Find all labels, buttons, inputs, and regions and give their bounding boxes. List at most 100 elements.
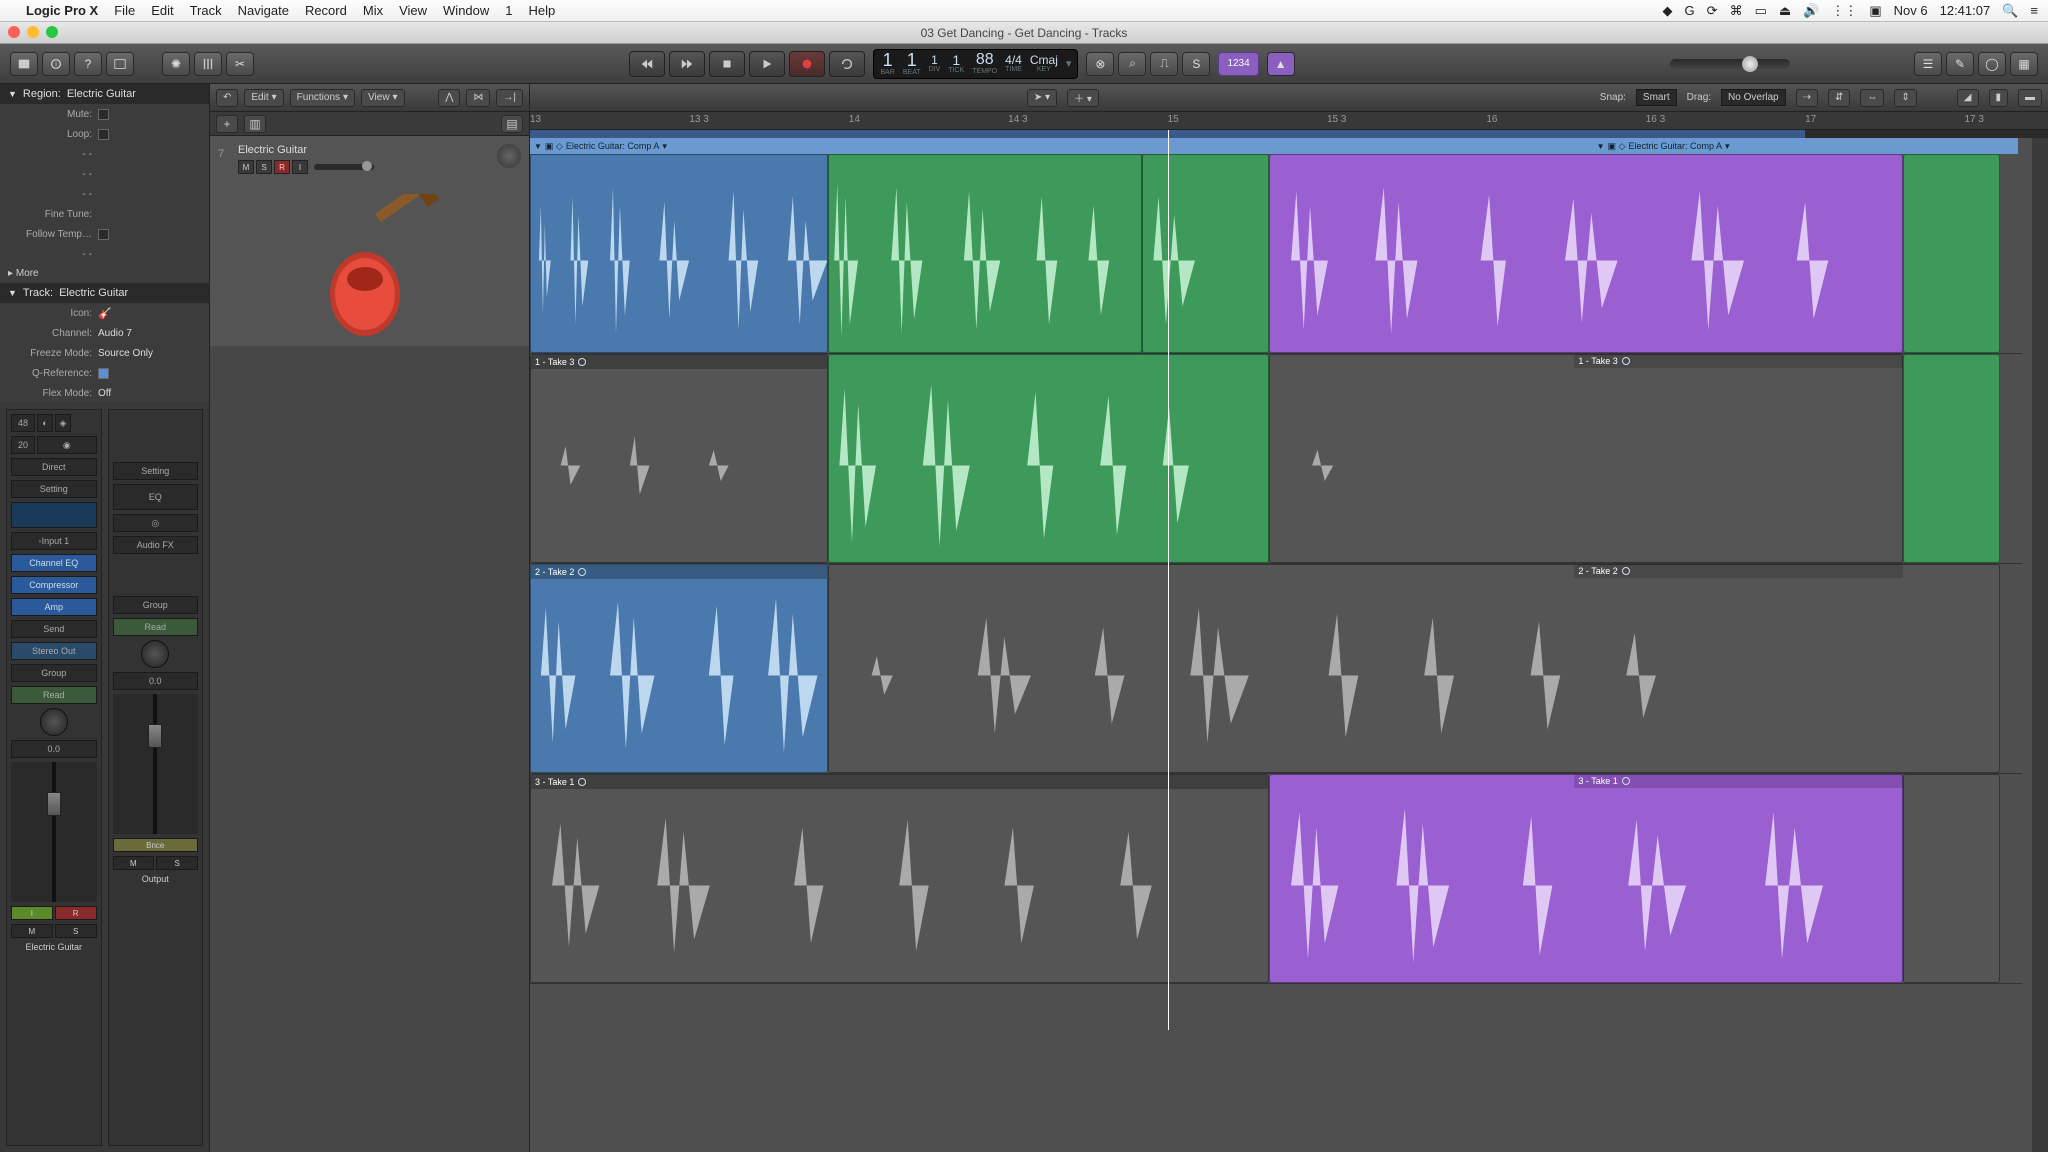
comp-header-b[interactable]: ▼▣ ◇ Electric Guitar: Comp A ▾	[1593, 138, 2018, 154]
menu-help[interactable]: Help	[529, 3, 556, 18]
meter-icon[interactable]: ◉	[37, 436, 97, 454]
menu-1[interactable]: 1	[505, 3, 512, 18]
notepad-button[interactable]: ✎	[1946, 52, 1974, 76]
track-name[interactable]: Electric Guitar	[238, 144, 521, 156]
wifi-icon[interactable]: ⋮⋮	[1831, 3, 1857, 19]
flex-button[interactable]: ⋈	[466, 89, 490, 107]
drag-select[interactable]: No Overlap	[1721, 89, 1786, 106]
metronome-button[interactable]: ▲	[1267, 52, 1295, 76]
volume-fader[interactable]	[11, 762, 97, 902]
track-header-row[interactable]: 7 Electric Guitar M S R I	[210, 136, 529, 346]
zoom-v-button[interactable]: ⇕	[1894, 89, 1916, 107]
record-enable-button[interactable]: R	[55, 906, 97, 920]
audiofx-slot[interactable]: Audio FX	[113, 536, 199, 554]
more-disclosure[interactable]: ▸ More	[0, 264, 209, 283]
track-header[interactable]: ▼Track: Electric Guitar	[0, 283, 209, 303]
status-icon[interactable]: ◆	[1663, 3, 1673, 19]
input-slot[interactable]: ◦ Input 1	[11, 532, 97, 550]
comp-region-blue[interactable]	[530, 154, 828, 353]
display-icon[interactable]: ▭	[1755, 3, 1767, 19]
track-solo-button[interactable]: S	[256, 160, 272, 174]
take1-region-gray2[interactable]	[1903, 774, 2000, 983]
track-back-button[interactable]: ↶	[216, 89, 238, 107]
lcd-display[interactable]: 1BAR 1BEAT 1DIV 1TICK 88TEMPO 4/4TIME Cm…	[873, 49, 1078, 79]
pan-knob[interactable]	[40, 708, 68, 736]
mixer-button[interactable]	[194, 52, 222, 76]
solo-button[interactable]: S	[156, 856, 198, 870]
count-in-button[interactable]: 1234	[1218, 52, 1258, 76]
take3-region-a[interactable]: 1 - Take 3	[530, 354, 828, 563]
mute-button[interactable]: M	[113, 856, 155, 870]
view-menu[interactable]: View ▾	[361, 89, 405, 107]
take3-region-green[interactable]	[828, 354, 1268, 563]
duplicate-track-button[interactable]: ▥	[244, 115, 266, 133]
volume-display[interactable]: 0.0	[113, 672, 199, 690]
insert-channel-eq[interactable]: Channel EQ	[11, 554, 97, 572]
vertical-zoom[interactable]: ▮	[1989, 89, 2009, 107]
forward-button[interactable]	[669, 51, 705, 77]
low-latency-button[interactable]: ⌕	[1118, 52, 1146, 76]
take3-lane[interactable]: 1 - Take 3 1 - Take 3	[530, 354, 2022, 564]
toolbar-button[interactable]	[106, 52, 134, 76]
freeze-mode-field[interactable]: Source Only	[98, 348, 153, 359]
track-record-button[interactable]: R	[274, 160, 290, 174]
eject-icon[interactable]: ⏏	[1779, 3, 1791, 19]
edit-menu[interactable]: Edit ▾	[244, 89, 283, 107]
lcd-sig[interactable]: 4/4	[1005, 54, 1022, 66]
comp-region-green[interactable]	[828, 154, 1141, 353]
group-slot[interactable]: Group	[11, 664, 97, 682]
functions-menu[interactable]: Functions ▾	[290, 89, 355, 107]
qref-checkbox[interactable]	[98, 368, 109, 379]
take1-lane[interactable]: 3 - Take 1 3 - Take 1	[530, 774, 2022, 984]
finetune-field[interactable]	[98, 209, 101, 220]
minimize-window-button[interactable]	[27, 26, 39, 38]
flex-mode-field[interactable]: Off	[98, 388, 111, 399]
stereo-button[interactable]: ◈	[55, 414, 71, 432]
menu-window[interactable]: Window	[443, 3, 489, 18]
setting-button[interactable]: Setting	[11, 480, 97, 498]
browser-button[interactable]: ▦	[2010, 52, 2038, 76]
app-icon[interactable]: ▣	[1869, 3, 1881, 19]
snap-select[interactable]: Smart	[1636, 89, 1677, 106]
cycle-ruler[interactable]	[530, 130, 2048, 138]
track-input-button[interactable]: I	[292, 160, 308, 174]
comp-region-purple[interactable]	[1269, 154, 1903, 353]
loop-checkbox[interactable]	[98, 129, 109, 140]
global-tracks-button[interactable]: ▤	[501, 115, 523, 133]
record-button[interactable]	[789, 51, 825, 77]
sync-icon[interactable]: ⟳	[1707, 3, 1718, 19]
send-slot[interactable]: Send	[11, 620, 97, 638]
playhead[interactable]	[1168, 130, 1169, 1030]
bar-ruler[interactable]: 13 13 3 14 14 3 15 15 3 16 16 3 17 17 3	[530, 112, 2048, 130]
stop-button[interactable]	[709, 51, 745, 77]
hp-field[interactable]: 20	[11, 436, 35, 454]
inspector-button[interactable]: i	[42, 52, 70, 76]
bluetooth-icon[interactable]: ⌘	[1730, 3, 1743, 19]
loops-button[interactable]: ◯	[1978, 52, 2006, 76]
track-icon[interactable]: 🎸	[98, 307, 112, 320]
insert-amp[interactable]: Amp	[11, 598, 97, 616]
pan-knob[interactable]	[141, 640, 169, 668]
status-icon[interactable]: G	[1685, 3, 1695, 18]
bounce-button[interactable]: Bnce	[113, 838, 199, 852]
lcd-tick[interactable]: 1	[952, 53, 960, 67]
library-button[interactable]	[10, 52, 38, 76]
menu-view[interactable]: View	[399, 3, 427, 18]
track-volume-slider[interactable]	[314, 164, 374, 170]
input-monitor-button[interactable]: I	[11, 906, 53, 920]
volume-icon[interactable]: 🔊	[1803, 3, 1819, 19]
spotlight-icon[interactable]: 🔍	[2002, 3, 2018, 19]
list-editors-button[interactable]: ☰	[1914, 52, 1942, 76]
lcd-div[interactable]: 1	[931, 54, 938, 66]
menu-edit[interactable]: Edit	[151, 3, 173, 18]
direct-button[interactable]: Direct	[11, 458, 97, 476]
setting-button[interactable]: Setting	[113, 462, 199, 480]
menu-record[interactable]: Record	[305, 3, 347, 18]
play-button[interactable]	[749, 51, 785, 77]
marquee-tool[interactable]: ＋ ▾	[1067, 89, 1099, 107]
follow-tempo-checkbox[interactable]	[98, 229, 109, 240]
lcd-tempo[interactable]: 88	[976, 52, 994, 68]
horizontal-zoom[interactable]: ▬	[2018, 89, 2042, 107]
output-slot[interactable]: Stereo Out	[11, 642, 97, 660]
take3-region-green2[interactable]	[1903, 354, 2000, 563]
